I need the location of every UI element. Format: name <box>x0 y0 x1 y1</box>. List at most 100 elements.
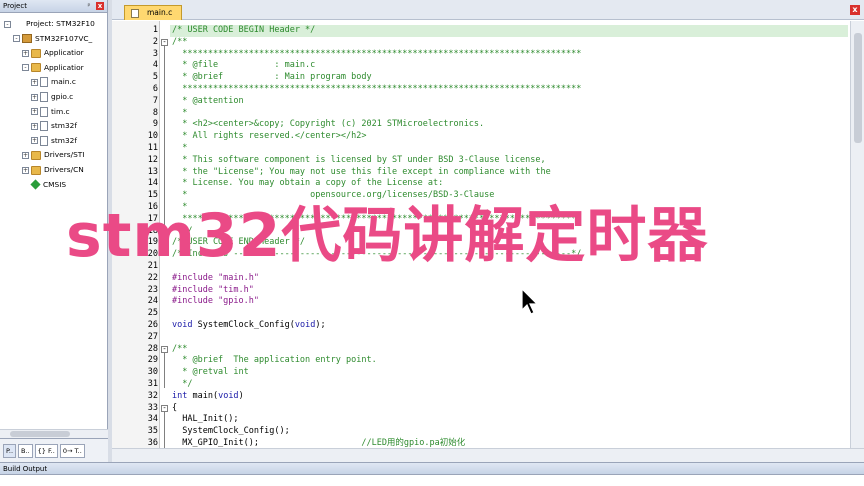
code-token: { <box>172 402 178 413</box>
line-number: 29 <box>147 355 158 366</box>
code-token: main( <box>187 390 219 401</box>
line-number: 5 <box>152 72 158 83</box>
expand-icon[interactable]: + <box>31 93 38 101</box>
tree-item-label: tim.c <box>51 106 70 116</box>
file-icon <box>40 92 48 102</box>
line-number: 27 <box>147 331 158 342</box>
build-output-title: Build Output <box>3 465 48 473</box>
close-project-panel-button[interactable]: x <box>96 2 104 10</box>
code-line: { <box>172 403 177 415</box>
line-number: 7 <box>152 95 158 106</box>
code-token: "tim.h" <box>218 284 254 295</box>
code-token: * This software component is licensed by… <box>172 154 546 165</box>
expand-icon[interactable]: + <box>31 137 38 145</box>
fold-toggle-icon[interactable]: - <box>161 345 168 353</box>
collapse-icon[interactable]: - <box>4 20 11 28</box>
line-number: 10 <box>147 131 158 142</box>
tree-item[interactable]: + Applicatior <box>22 46 84 60</box>
line-number: 3 <box>152 48 158 59</box>
code-token: * All rights reserved.</center></h2> <box>172 131 367 142</box>
project-panel-tab[interactable]: {} F.. <box>34 443 58 458</box>
code-line: * @file : main.c <box>172 60 315 72</box>
code-line: /** <box>172 37 187 49</box>
expand-icon[interactable]: + <box>31 108 38 116</box>
project-panel-tabs: P.. B..{} F.. 0→ T.. <box>0 438 108 462</box>
code-line: int main(void) <box>172 391 244 403</box>
code-line: HAL_Init(); <box>172 414 239 426</box>
folder-icon <box>31 63 41 73</box>
line-number: 14 <box>147 178 158 189</box>
line-number: 13 <box>147 166 158 177</box>
build-output-panel: Build Output <box>0 462 864 486</box>
code-line: * @brief The application entry point. <box>172 355 376 367</box>
code-line: #include "gpio.h" <box>172 296 259 308</box>
code-token: "gpio.h" <box>218 296 260 307</box>
project-panel-title: Project <box>3 2 27 10</box>
folder-icon <box>31 48 41 58</box>
project-panel-tab[interactable]: P.. <box>3 443 17 458</box>
tree-item[interactable]: + stm32f <box>31 134 77 148</box>
code-token: * License. You may obtain a copy of the … <box>172 178 444 189</box>
tree-item[interactable]: - STM32F107VC_ <box>13 32 92 46</box>
line-number: 9 <box>152 119 158 130</box>
project-horizontal-scrollbar[interactable] <box>0 429 108 438</box>
code-token: HAL_Init(); <box>172 414 239 425</box>
line-number: 24 <box>147 296 158 307</box>
tree-item[interactable]: + main.c <box>31 75 76 89</box>
fold-toggle-icon[interactable]: - <box>161 38 168 46</box>
collapse-icon[interactable]: - <box>13 35 20 43</box>
fold-toggle-icon[interactable]: - <box>161 404 168 412</box>
project-panel-tab[interactable]: B.. <box>18 443 33 458</box>
project-panel-tab[interactable]: 0→ T.. <box>59 443 85 458</box>
line-number: 31 <box>147 379 158 389</box>
scrollbar-thumb[interactable] <box>10 431 70 437</box>
tree-item[interactable]: - Project: STM32F10 <box>4 17 95 31</box>
expand-icon[interactable]: + <box>31 78 38 86</box>
code-token: * <h2><center>&copy; Copyright (c) 2021 … <box>172 119 485 130</box>
line-number: 30 <box>147 367 158 378</box>
expand-icon[interactable]: + <box>22 166 29 174</box>
code-line: * @brief : Main program body <box>172 72 371 84</box>
line-number: 23 <box>147 284 158 295</box>
cmsis-icon <box>30 179 41 190</box>
pin-icon[interactable]: ᵖ <box>85 2 93 10</box>
folder-icon <box>31 165 41 175</box>
tree-item[interactable]: CMSIS <box>22 178 66 192</box>
file-tab-main-c[interactable]: main.c <box>124 5 182 20</box>
tree-item[interactable]: + stm32f <box>31 119 77 133</box>
tree-item-label: STM32F107VC_ <box>35 33 93 43</box>
tree-item[interactable]: + Drivers/CN <box>22 163 84 177</box>
code-token: void <box>294 320 316 330</box>
code-line: * <h2><center>&copy; Copyright (c) 2021 … <box>172 119 484 131</box>
tree-item-label: Drivers/STI <box>44 150 85 160</box>
code-token: //LED用的gpio.pa初始化 <box>259 438 466 448</box>
line-number: 12 <box>147 154 158 165</box>
code-token: * the "License"; You may not use this fi… <box>172 166 551 177</box>
project-panel-header: Project ᵖ x <box>0 0 107 13</box>
code-token: /* USER CODE BEGIN Header */ <box>172 25 316 35</box>
editor-vertical-scrollbar[interactable] <box>850 21 864 448</box>
scrollbar-thumb[interactable] <box>854 33 862 143</box>
code-token: */ <box>172 379 193 389</box>
tree-item[interactable]: + gpio.c <box>31 90 73 104</box>
expand-icon[interactable]: + <box>22 49 29 57</box>
expand-icon[interactable]: + <box>31 122 38 130</box>
line-number: 35 <box>147 426 158 437</box>
code-token: #include <box>172 296 219 307</box>
code-token: MX_GPIO_Init(); <box>172 438 259 448</box>
expand-icon[interactable]: + <box>22 151 29 159</box>
code-token: int <box>172 390 188 401</box>
editor-horizontal-scrollbar[interactable] <box>112 448 864 462</box>
code-line: /** <box>172 344 187 356</box>
file-icon <box>40 77 48 88</box>
file-icon <box>40 121 48 132</box>
editor-tab-bar: main.c x <box>112 0 864 20</box>
tree-item[interactable]: + Drivers/STI <box>22 148 84 162</box>
tree-item[interactable]: + tim.c <box>31 105 70 119</box>
code-line: SystemClock_Config(); <box>172 426 289 438</box>
code-token: ****************************************… <box>172 48 582 59</box>
tree-item-label: stm32f <box>51 121 77 131</box>
tree-item[interactable]: - Applicatior <box>22 61 84 75</box>
close-editor-button[interactable]: x <box>850 5 860 15</box>
collapse-icon[interactable]: - <box>22 64 29 72</box>
